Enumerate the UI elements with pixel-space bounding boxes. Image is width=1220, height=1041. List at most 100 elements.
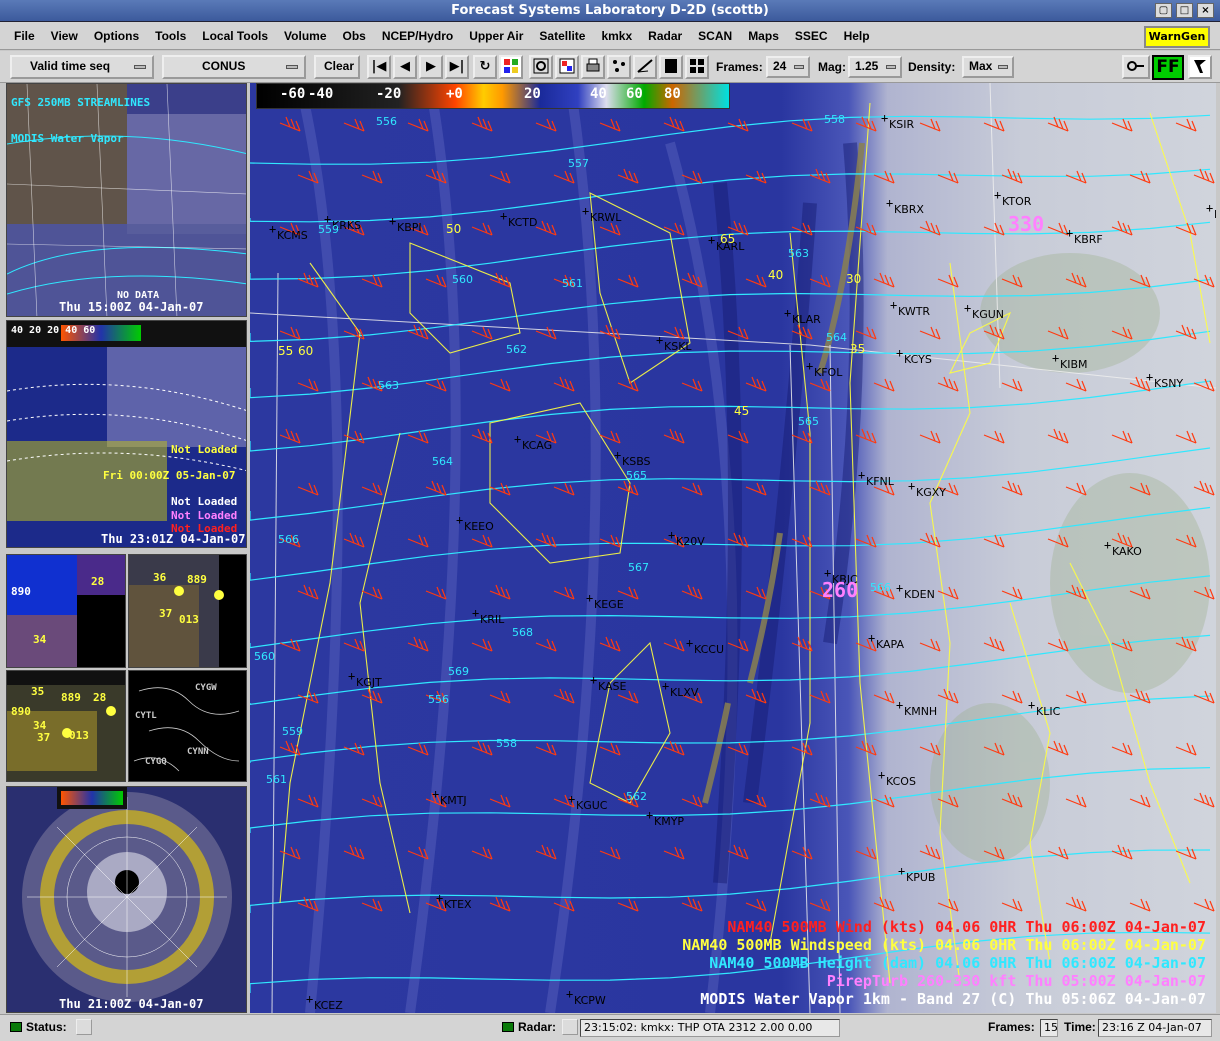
station-marker: +	[646, 808, 653, 822]
height-label: 564	[432, 455, 453, 468]
last-frame-button[interactable]: ▶|	[445, 55, 469, 79]
panel-4b-label-1: CYGW	[195, 683, 217, 693]
station-label: KIBM	[1060, 358, 1088, 371]
height-label: 559	[282, 725, 303, 738]
points-button[interactable]	[607, 55, 631, 79]
legend-height: NAM40 500MB Height (dam) 04.06 0HR Thu 0…	[709, 954, 1206, 972]
minimize-button[interactable]: ▢	[1155, 3, 1172, 18]
panel-3b-label-2: 889	[187, 573, 207, 586]
station-label: KAPA	[876, 638, 904, 651]
menu-ncep-hydro[interactable]: NCEP/Hydro	[374, 29, 461, 43]
station-marker: +	[881, 111, 888, 125]
image-properties-button[interactable]	[555, 55, 579, 79]
maximize-button[interactable]: □	[1176, 3, 1193, 18]
first-frame-button[interactable]: |◀	[367, 55, 391, 79]
close-button[interactable]: ×	[1197, 3, 1214, 18]
radar-toggle-button[interactable]	[562, 1019, 578, 1035]
menu-scan[interactable]: SCAN	[690, 29, 740, 43]
status-toggle-button[interactable]	[76, 1019, 92, 1035]
prev-frame-button[interactable]: ◀	[393, 55, 417, 79]
side-panel-3b[interactable]: 36 889 37 013	[128, 554, 247, 668]
ff-button[interactable]: FF	[1152, 55, 1184, 80]
panel-2-status-2: Not Loaded	[171, 443, 238, 456]
loop-icon: ↻	[479, 59, 491, 74]
side-panel-4b[interactable]: CYGW CYTL CYGQ CYNN	[128, 670, 247, 782]
main-map-display[interactable]: +KSIR+KTOR+KAIA+KBRX+KRWL+KCTD+KRKS+KBPI…	[250, 83, 1216, 1013]
toolbar: Valid time seq CONUS Clear |◀ ◀ ▶ ▶| ↻ F…	[0, 51, 1220, 83]
height-label: 556	[376, 115, 397, 128]
loop-button[interactable]: ↻	[473, 55, 497, 79]
station-label: KTEX	[444, 898, 472, 911]
colorbar-label-0: +0	[446, 86, 463, 102]
print-button[interactable]	[581, 55, 605, 79]
station-marker: +	[662, 679, 669, 693]
panel-4a-map	[7, 671, 125, 781]
panel-3a-label-3: 34	[33, 633, 47, 646]
scale-select[interactable]: CONUS	[162, 55, 306, 79]
speed-label: 65	[720, 232, 735, 246]
single-pane-button[interactable]	[659, 55, 683, 79]
frames-status-value: 15	[1040, 1019, 1058, 1037]
colorbar-label-60: 60	[626, 86, 643, 102]
menu-maps[interactable]: Maps	[740, 29, 787, 43]
menu-upper-air[interactable]: Upper Air	[461, 29, 531, 43]
station-marker: +	[500, 209, 507, 223]
menu-view[interactable]: View	[43, 29, 86, 43]
tools-button[interactable]	[1122, 55, 1150, 79]
panel-2-status-3: Not Loaded	[171, 495, 238, 508]
clear-button[interactable]: Clear	[314, 55, 360, 79]
station-label: KMYP	[654, 815, 684, 828]
station-marker: +	[306, 992, 313, 1006]
refresh-button[interactable]	[529, 55, 553, 79]
menu-volume[interactable]: Volume	[276, 29, 334, 43]
next-frame-button[interactable]: ▶	[419, 55, 443, 79]
menu-options[interactable]: Options	[86, 29, 147, 43]
image-combine-button[interactable]	[499, 55, 523, 79]
panel-4a-label-6: 37	[37, 731, 51, 744]
baseline-button[interactable]	[633, 55, 657, 79]
dropdown-icon	[286, 65, 298, 69]
menu-ssec[interactable]: SSEC	[787, 29, 836, 43]
menu-help[interactable]: Help	[836, 29, 878, 43]
time-status-label: Time:	[1064, 1020, 1096, 1034]
menu-radar[interactable]: Radar	[640, 29, 690, 43]
station-marker: +	[784, 306, 791, 320]
height-label: 569	[448, 665, 469, 678]
menu-obs[interactable]: Obs	[335, 29, 374, 43]
density-label: Density:	[908, 60, 956, 74]
density-select[interactable]: Max	[962, 56, 1014, 78]
mag-select[interactable]: 1.25	[848, 56, 902, 78]
menu-file[interactable]: File	[6, 29, 43, 43]
side-panel-4a[interactable]: 35 889 28 890 34 37 013	[6, 670, 126, 782]
station-label: KSNY	[1154, 377, 1183, 390]
side-panel-5[interactable]: Thu 21:00Z 04-Jan-07	[6, 786, 247, 1013]
menu-satellite[interactable]: Satellite	[531, 29, 593, 43]
loop-mode-select[interactable]: Valid time seq	[10, 55, 154, 79]
menu-local-tools[interactable]: Local Tools	[194, 29, 276, 43]
panel-4a-label-7: 013	[69, 729, 89, 742]
side-panel-1[interactable]: GFS 250MB STREAMLINES MODIS Water Vapor …	[6, 83, 247, 317]
dropdown-icon	[134, 65, 146, 69]
colorbar-label-neg60: -60	[280, 86, 306, 102]
frames-select[interactable]: 24	[766, 56, 810, 78]
side-panel-3a[interactable]: 890 28 34	[6, 554, 126, 668]
station-label: KASE	[598, 680, 627, 693]
speed-label: 55	[278, 344, 293, 358]
height-label: 565	[626, 469, 647, 482]
menu-kmkx[interactable]: kmkx	[593, 29, 640, 43]
station-marker: +	[432, 787, 439, 801]
legend-modis: MODIS Water Vapor 1km - Band 27 (C) Thu …	[700, 990, 1206, 1008]
station-marker: +	[348, 669, 355, 683]
four-pane-button[interactable]	[685, 55, 709, 79]
menu-tools[interactable]: Tools	[147, 29, 194, 43]
cursor-button[interactable]	[1188, 55, 1212, 79]
warngen-button[interactable]: WarnGen	[1144, 26, 1210, 48]
side-panel-2[interactable]: 40 20 20 40 60 Fri 00:00Z 05-Jan-07 Not …	[6, 320, 247, 548]
panel-4a-label-2: 889	[61, 691, 81, 704]
station-marker: +	[436, 891, 443, 905]
height-label: 563	[378, 379, 399, 392]
panel-3a-label-1: 890	[11, 585, 31, 598]
panel-4a-label-3: 28	[93, 691, 107, 704]
menubar: File View Options Tools Local Tools Volu…	[0, 22, 1220, 50]
status-bar: Status: Radar: 23:15:02: kmkx: THP OTA 2…	[0, 1014, 1220, 1041]
